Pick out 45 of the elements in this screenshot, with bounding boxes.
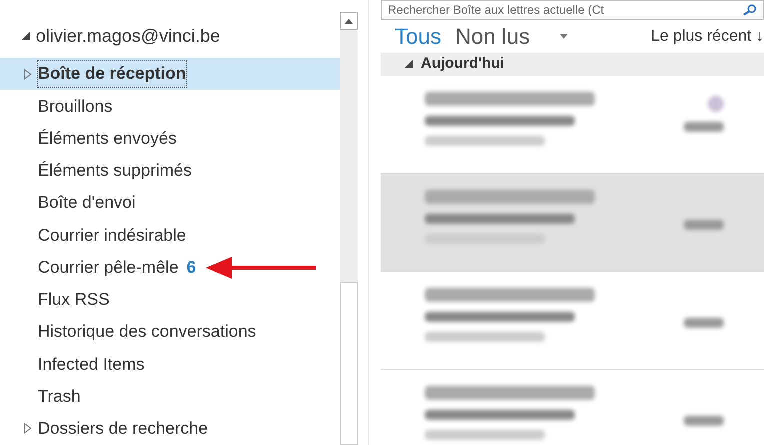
folder-item[interactable]: Flux RSS	[0, 284, 340, 316]
folder-item[interactable]: Courrier pêle-mêle 6	[0, 252, 340, 284]
folder-name: Brouillons	[38, 96, 113, 118]
collapsed-triangle-icon[interactable]	[24, 68, 32, 80]
folder-item[interactable]: Dossiers de recherche	[0, 412, 340, 445]
folder-name: Infected Items	[38, 354, 145, 376]
blurred-time	[684, 318, 724, 328]
unread-count: 6	[186, 256, 196, 279]
filter-tab[interactable]: Non lus	[455, 20, 530, 53]
blurred-time	[684, 416, 724, 426]
folder-item[interactable]: Courrier indésirable	[0, 219, 340, 252]
folder-name: Trash	[38, 386, 81, 408]
folder-name: Boîte de réception	[38, 61, 186, 87]
folder-item[interactable]: Infected Items	[0, 348, 340, 380]
account-name[interactable]: olivier.magos@vinci.be	[36, 22, 220, 50]
message-item[interactable]	[381, 174, 764, 272]
folder-item[interactable]: Boîte d'envoi	[0, 187, 340, 220]
folder-name: Éléments envoyés	[38, 128, 177, 150]
expanded-triangle-icon[interactable]	[22, 32, 30, 40]
blurred-time	[684, 220, 724, 230]
dropdown-caret-icon[interactable]	[560, 34, 568, 39]
scroll-up-button[interactable]	[340, 12, 358, 30]
folder-name: Éléments supprimés	[38, 160, 192, 182]
folder-name: Dossiers de recherche	[38, 418, 208, 440]
group-header[interactable]: Aujourd'hui	[381, 53, 764, 76]
folder-item[interactable]: Trash	[0, 380, 340, 413]
folder-name: Courrier indésirable	[38, 224, 186, 247]
folder-item[interactable]: Historique des conversations	[0, 316, 340, 348]
blurred-time	[684, 122, 724, 132]
search-field[interactable]: Rechercher Boîte aux lettres actuelle (Ct	[381, 0, 764, 20]
folder-name: Historique des conversations	[38, 321, 256, 344]
folder-name: Boîte d'envoi	[38, 192, 136, 214]
expanded-triangle-icon[interactable]	[405, 60, 413, 68]
folder-name: Courrier pêle-mêle	[38, 256, 179, 279]
folder-item[interactable]: Éléments supprimés	[0, 154, 340, 187]
sort-button[interactable]: Le plus récent ↓	[651, 24, 764, 48]
folder-item[interactable]: Boîte de réception	[0, 58, 340, 90]
collapsed-triangle-icon[interactable]	[24, 423, 32, 434]
up-triangle-icon	[345, 18, 353, 24]
filter-tab[interactable]: Tous	[395, 20, 442, 53]
blurred-icon	[708, 96, 724, 112]
search-icon[interactable]	[743, 4, 757, 16]
folder-item[interactable]: Éléments envoyés	[0, 122, 340, 155]
folder-name: Flux RSS	[38, 289, 110, 312]
folder-item[interactable]: Brouillons	[0, 90, 340, 122]
